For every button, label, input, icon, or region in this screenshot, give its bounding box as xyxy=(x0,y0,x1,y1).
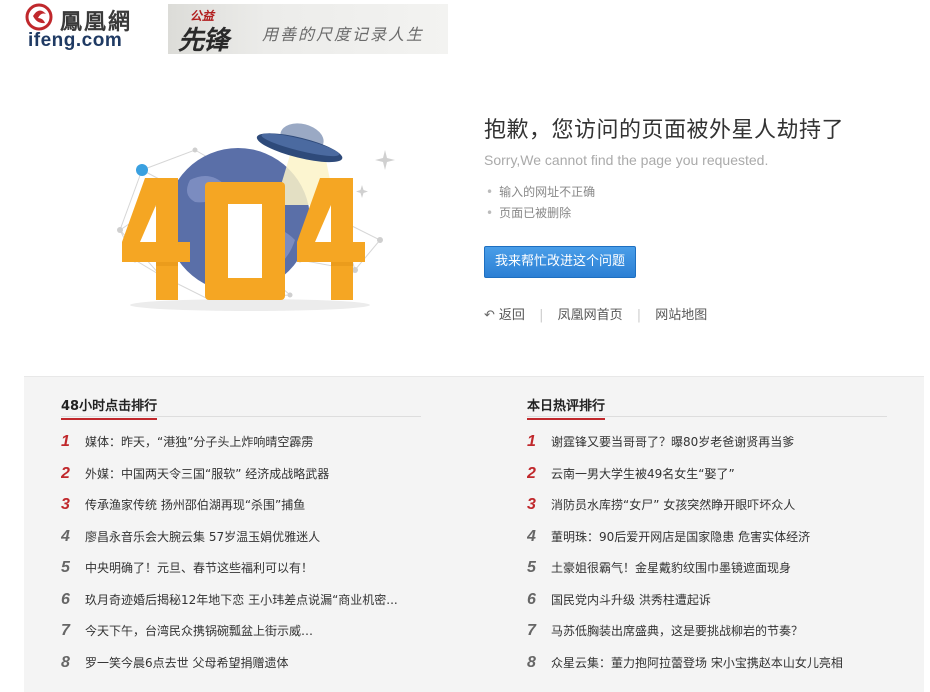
logo-english-text: ifeng.com xyxy=(28,30,123,51)
ranking-headline-link[interactable]: 罗一笑今晨6点去世 父母希望捐赠遗体 xyxy=(85,656,288,670)
ranking-item: 2 外媒：中国两天令三国“服软” 经济成战略武器 xyxy=(61,465,421,497)
rank-number: 3 xyxy=(61,496,70,513)
rank-number: 3 xyxy=(527,496,536,513)
ranking-headline-link[interactable]: 土豪姐很霸气！金星戴豹纹围巾墨镜遮面现身 xyxy=(551,561,791,575)
reason-item: • 页面已被删除 xyxy=(484,203,904,224)
click-ranking-title: 48小时点击排行 xyxy=(61,395,158,420)
rank-number: 4 xyxy=(61,527,70,545)
back-arrow-icon: ↶ xyxy=(484,308,495,323)
ranking-item: 8 罗一笑今晨6点去世 父母希望捐赠遗体 xyxy=(61,654,421,686)
comment-ranking-title: 本日热评排行 xyxy=(527,395,606,420)
banner-title: 先锋 xyxy=(178,26,229,54)
rank-number: 4 xyxy=(527,527,536,545)
ranking-headline-link[interactable]: 今天下午，台湾民众携锅碗瓢盆上街示威… xyxy=(85,624,313,638)
ranking-headline-link[interactable]: 廖昌永音乐会大腕云集 57岁温玉娟优雅迷人 xyxy=(85,530,320,544)
phoenix-logo-icon xyxy=(25,3,53,31)
ranking-headline-link[interactable]: 国民党内斗升级 洪秀柱遭起诉 xyxy=(551,593,711,607)
rank-number: 6 xyxy=(61,590,70,608)
rank-number: 8 xyxy=(61,653,70,671)
sitemap-link[interactable]: 网站地图 xyxy=(655,308,707,323)
ranking-headline-link[interactable]: 谢霆锋又要当哥哥了？曝80岁老爸谢贤再当爹 xyxy=(551,435,794,449)
click-ranking-header: 48小时点击排行 xyxy=(61,395,421,420)
rank-number: 2 xyxy=(527,464,536,482)
ufo-globe-404-image xyxy=(117,123,395,311)
click-ranking: 48小时点击排行 1 媒体：昨天，“港独”分子头上炸响晴空霹雳 2 外媒：中国两天令三… xyxy=(61,395,421,685)
link-divider: | xyxy=(636,308,642,323)
error-illustration xyxy=(100,110,400,320)
rank-number: 1 xyxy=(527,433,536,450)
ranking-item: 6 玖月奇迹婚后揭秘12年地下恋 王小玮差点说漏“商业机密... xyxy=(61,591,421,623)
ranking-headline-link[interactable]: 云南一男大学生被49名女生“娶了” xyxy=(551,467,735,481)
ifeng-logo[interactable]: 鳳凰網 ifeng.com xyxy=(24,2,158,54)
ranking-item: 6 国民党内斗升级 洪秀柱遭起诉 xyxy=(527,591,887,623)
bullet-icon: • xyxy=(486,185,494,199)
gongyi-banner[interactable]: 公益 先锋 用善的尺度记录人生 xyxy=(168,4,448,54)
rank-number: 6 xyxy=(527,590,536,608)
comment-ranking-header: 本日热评排行 xyxy=(527,395,887,420)
ranking-item: 3 消防员水库捞“女尸” 女孩突然睁开眼吓坏众人 xyxy=(527,496,887,528)
ranking-headline-link[interactable]: 媒体：昨天，“港独”分子头上炸响晴空霹雳 xyxy=(85,435,313,449)
rank-number: 2 xyxy=(61,464,70,482)
click-ranking-list: 1 媒体：昨天，“港独”分子头上炸响晴空霹雳 2 外媒：中国两天令三国“服软” 经济成… xyxy=(61,433,421,685)
back-link[interactable]: ↶ 返回 xyxy=(484,308,525,323)
rank-number: 8 xyxy=(527,653,536,671)
reason-list: • 输入的网址不正确 • 页面已被删除 xyxy=(484,182,904,224)
ranking-item: 4 廖昌永音乐会大腕云集 57岁温玉娟优雅迷人 xyxy=(61,528,421,560)
rank-number: 5 xyxy=(61,559,70,576)
error-subtitle: Sorry,We cannot find the page you reques… xyxy=(484,152,769,168)
ranking-headline-link[interactable]: 传承渔家传统 扬州邵伯湖再现“杀围”捕鱼 xyxy=(85,498,305,512)
ranking-headline-link[interactable]: 众星云集：董力抱阿拉蕾登场 宋小宝携赵本山女儿亮相 xyxy=(551,656,843,670)
nav-links: ↶ 返回 | 凤凰网首页 | 网站地图 xyxy=(484,304,904,323)
ranking-headline-link[interactable]: 外媒：中国两天令三国“服软” 经济成战略武器 xyxy=(85,467,329,481)
rank-number: 7 xyxy=(527,622,536,639)
ranking-item: 1 媒体：昨天，“港独”分子头上炸响晴空霹雳 xyxy=(61,433,421,465)
ranking-headline-link[interactable]: 中央明确了！元旦、春节这些福利可以有！ xyxy=(85,561,313,575)
error-message-panel: 抱歉，您访问的页面被外星人劫持了 Sorry,We cannot find th… xyxy=(484,112,904,323)
comment-ranking: 本日热评排行 1 谢霆锋又要当哥哥了？曝80岁老爸谢贤再当爹 2 云南一男大学生被49… xyxy=(527,395,887,685)
rank-number: 5 xyxy=(527,559,536,576)
reason-item: • 输入的网址不正确 xyxy=(484,182,904,203)
ranking-headline-link[interactable]: 消防员水库捞“女尸” 女孩突然睁开眼吓坏众人 xyxy=(551,498,795,512)
reason-text: 页面已被删除 xyxy=(499,206,572,220)
back-link-label: 返回 xyxy=(498,308,525,323)
ranking-item: 8 众星云集：董力抱阿拉蕾登场 宋小宝携赵本山女儿亮相 xyxy=(527,654,887,686)
rank-number: 7 xyxy=(61,622,70,639)
bullet-icon: • xyxy=(486,206,494,220)
error-title: 抱歉，您访问的页面被外星人劫持了 xyxy=(484,118,845,143)
help-improve-button[interactable]: 我来帮忙改进这个问题 xyxy=(484,246,637,278)
link-divider: | xyxy=(539,308,544,323)
ranking-item: 3 传承渔家传统 扬州邵伯湖再现“杀围”捕鱼 xyxy=(61,496,421,528)
rank-number: 1 xyxy=(61,433,70,450)
banner-slogan: 用善的尺度记录人生 xyxy=(262,25,425,44)
ranking-headline-link[interactable]: 马苏低胸装出席盛典，这是要挑战柳岩的节奏？ xyxy=(551,624,803,638)
ranking-item: 2 云南一男大学生被49名女生“娶了” xyxy=(527,465,887,497)
rankings-section: 48小时点击排行 1 媒体：昨天，“港独”分子头上炸响晴空霹雳 2 外媒：中国两天令三… xyxy=(24,376,924,692)
ranking-headline-link[interactable]: 玖月奇迹婚后揭秘12年地下恋 王小玮差点说漏“商业机密... xyxy=(85,593,398,607)
ranking-item: 1 谢霆锋又要当哥哥了？曝80岁老爸谢贤再当爹 xyxy=(527,433,887,465)
ranking-item: 5 中央明确了！元旦、春节这些福利可以有！ xyxy=(61,559,421,591)
comment-ranking-list: 1 谢霆锋又要当哥哥了？曝80岁老爸谢贤再当爹 2 云南一男大学生被49名女生“娶了”… xyxy=(527,433,887,685)
ranking-item: 7 今天下午，台湾民众携锅碗瓢盆上街示威… xyxy=(61,622,421,654)
ranking-item: 5 土豪姐很霸气！金星戴豹纹围巾墨镜遮面现身 xyxy=(527,559,887,591)
ranking-item: 7 马苏低胸装出席盛典，这是要挑战柳岩的节奏？ xyxy=(527,622,887,654)
ranking-item: 4 董明珠：90后爱开网店是国家隐患 危害实体经济 xyxy=(527,528,887,560)
homepage-link[interactable]: 凤凰网首页 xyxy=(558,308,623,323)
reason-text: 输入的网址不正确 xyxy=(499,185,596,199)
ranking-headline-link[interactable]: 董明珠：90后爱开网店是国家隐患 危害实体经济 xyxy=(551,530,810,544)
